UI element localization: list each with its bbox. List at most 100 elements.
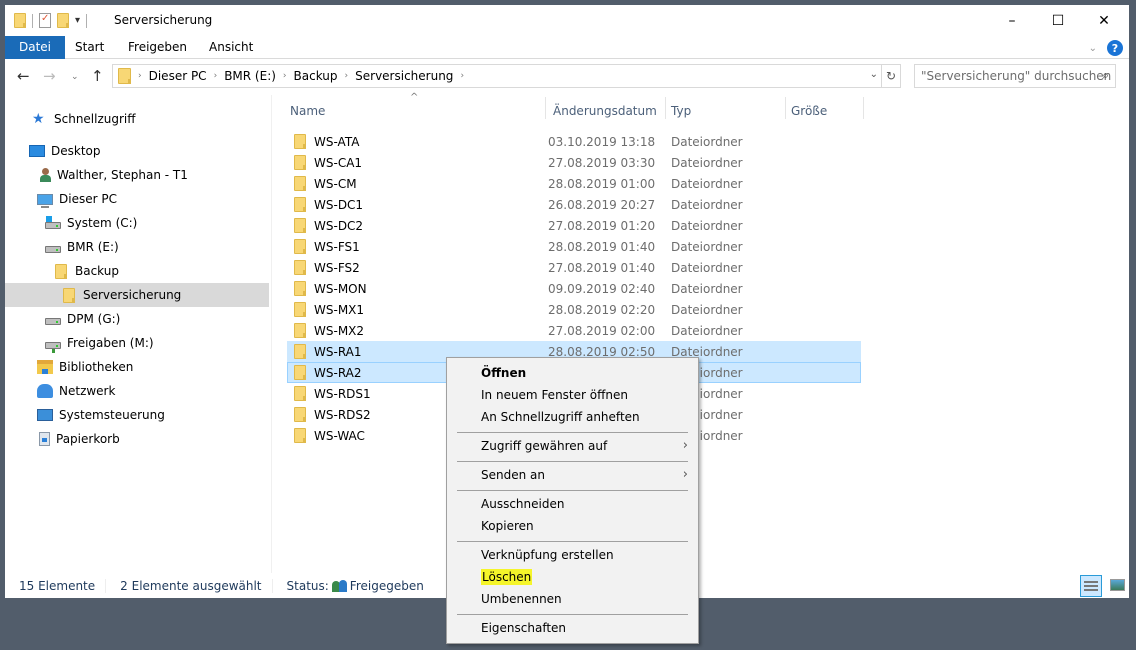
menu-separator xyxy=(457,461,688,462)
details-view-icon-line xyxy=(1084,585,1098,587)
menu-item-rename[interactable]: Umbenennen xyxy=(447,588,698,610)
tab-ansicht[interactable]: Ansicht xyxy=(199,36,263,59)
recent-locations-button[interactable]: ⌄ xyxy=(71,72,79,82)
sidebar-item-netzwerk[interactable]: Netzwerk xyxy=(5,379,269,403)
menu-item-open-new-window[interactable]: In neuem Fenster öffnen xyxy=(447,384,698,406)
chevron-right-icon: › xyxy=(682,438,688,453)
table-row[interactable]: WS-CM 28.08.2019 01:00 Dateiordner xyxy=(287,173,861,194)
back-button[interactable]: ← xyxy=(17,67,30,85)
refresh-button[interactable]: ↻ xyxy=(881,65,900,87)
sidebar-item-label: Systemsteuerung xyxy=(59,408,165,422)
details-view-button[interactable] xyxy=(1080,575,1102,597)
sidebar-item-label: Walther, Stephan - T1 xyxy=(57,168,188,182)
menu-item-delete[interactable]: Löschen xyxy=(447,566,698,588)
customize-dropdown-icon[interactable]: ▾ xyxy=(75,15,80,26)
column-header-name[interactable]: Name xyxy=(290,104,325,118)
column-divider[interactable] xyxy=(863,97,864,119)
file-list: ^ Name Änderungsdatum Typ Größe WS-ATA 03… xyxy=(272,92,1129,573)
star-icon: ★ xyxy=(32,111,45,127)
table-row[interactable]: WS-DC1 26.08.2019 20:27 Dateiordner xyxy=(287,194,861,215)
menu-item-send-to[interactable]: Senden an › xyxy=(447,464,698,486)
table-row[interactable]: WS-MX2 27.08.2019 02:00 Dateiordner xyxy=(287,320,861,341)
table-row[interactable]: WS-MX1 28.08.2019 02:20 Dateiordner xyxy=(287,299,861,320)
sidebar-item-label: Netzwerk xyxy=(59,384,116,398)
sidebar-item-bibliotheken[interactable]: Bibliotheken xyxy=(5,355,269,379)
menu-item-cut[interactable]: Ausschneiden xyxy=(447,493,698,515)
breadcrumb-bmr[interactable]: BMR (E:) xyxy=(224,69,276,83)
sidebar-item-systemsteuerung[interactable]: Systemsteuerung xyxy=(5,403,269,427)
navigation-pane: ★ Schnellzugriff Desktop Walther, Stepha… xyxy=(5,95,271,573)
up-button[interactable]: ↑ xyxy=(91,67,104,85)
column-header-type[interactable]: Typ xyxy=(671,104,691,118)
new-folder-icon[interactable] xyxy=(57,13,69,28)
sidebar-item-serversicherung[interactable]: Serversicherung xyxy=(5,283,269,307)
sidebar-item-system-c[interactable]: System (C:) xyxy=(5,211,269,235)
sidebar-item-label: Bibliotheken xyxy=(59,360,134,374)
menu-item-create-shortcut[interactable]: Verknüpfung erstellen xyxy=(447,544,698,566)
chevron-right-icon[interactable]: › xyxy=(345,71,349,81)
tab-freigeben[interactable]: Freigeben xyxy=(118,36,197,59)
sidebar-item-schnellzugriff[interactable]: ★ Schnellzugriff xyxy=(5,107,269,131)
search-input[interactable]: "Serversicherung" durchsuchen ⌕ xyxy=(914,64,1116,88)
maximize-button[interactable]: ☐ xyxy=(1035,5,1081,36)
column-divider[interactable] xyxy=(665,97,666,119)
sidebar-item-user[interactable]: Walther, Stephan - T1 xyxy=(5,163,269,187)
minimize-button[interactable]: – xyxy=(989,5,1035,36)
sidebar-item-papierkorb[interactable]: Papierkorb xyxy=(5,427,269,451)
sidebar-item-dieser-pc[interactable]: Dieser PC xyxy=(5,187,269,211)
chevron-right-icon[interactable]: › xyxy=(214,71,218,81)
tab-start[interactable]: Start xyxy=(65,36,114,59)
sidebar-item-freigaben-m[interactable]: Freigaben (M:) xyxy=(5,331,269,355)
breadcrumb-backup[interactable]: Backup xyxy=(294,69,338,83)
sidebar-item-dpm-g[interactable]: DPM (G:) xyxy=(5,307,269,331)
sidebar-item-label: Papierkorb xyxy=(56,432,120,446)
folder-icon xyxy=(294,302,306,317)
column-header-size[interactable]: Größe xyxy=(791,104,827,118)
breadcrumb-dieser-pc[interactable]: Dieser PC xyxy=(149,69,207,83)
properties-icon[interactable] xyxy=(39,13,51,28)
help-icon[interactable]: ? xyxy=(1107,40,1123,56)
menu-item-copy[interactable]: Kopieren xyxy=(447,515,698,537)
recycle-bin-icon xyxy=(39,432,50,446)
forward-button[interactable]: → xyxy=(43,67,56,85)
sidebar-item-label: System (C:) xyxy=(67,216,138,230)
title-bar: ▾ Serversicherung – ☐ ✕ xyxy=(5,5,1129,36)
folder-icon xyxy=(294,344,306,359)
breadcrumb-serversicherung[interactable]: Serversicherung xyxy=(355,69,453,83)
column-divider[interactable] xyxy=(785,97,786,119)
window-title: Serversicherung xyxy=(114,13,213,27)
sidebar-item-desktop[interactable]: Desktop xyxy=(5,139,269,163)
large-icons-view-button[interactable] xyxy=(1110,579,1125,591)
chevron-right-icon[interactable]: › xyxy=(460,71,464,81)
table-row[interactable]: WS-CA1 27.08.2019 03:30 Dateiordner xyxy=(287,152,861,173)
search-icon[interactable]: ⌕ xyxy=(1102,68,1109,83)
table-row[interactable]: WS-MON 09.09.2019 02:40 Dateiordner xyxy=(287,278,861,299)
sidebar-item-bmr-e[interactable]: BMR (E:) xyxy=(5,235,269,259)
tab-datei[interactable]: Datei xyxy=(5,36,66,59)
menu-item-pin-quick-access[interactable]: An Schnellzugriff anheften xyxy=(447,406,698,428)
details-view-icon xyxy=(1084,581,1098,583)
folder-icon xyxy=(118,68,131,84)
column-divider[interactable] xyxy=(545,97,546,119)
chevron-right-icon[interactable]: › xyxy=(138,71,142,81)
sidebar-item-backup[interactable]: Backup xyxy=(5,259,269,283)
item-count: 15 Elemente xyxy=(5,578,107,593)
menu-item-label: Senden an xyxy=(481,468,545,482)
drive-icon xyxy=(45,318,61,325)
address-bar[interactable]: › Dieser PC › BMR (E:) › Backup › Server… xyxy=(112,64,901,88)
chevron-right-icon[interactable]: › xyxy=(283,71,287,81)
expand-ribbon-icon[interactable]: ⌄ xyxy=(1089,43,1097,54)
table-row[interactable]: WS-ATA 03.10.2019 13:18 Dateiordner xyxy=(287,131,861,152)
table-row[interactable]: WS-FS2 27.08.2019 01:40 Dateiordner xyxy=(287,257,861,278)
folder-icon xyxy=(294,197,306,212)
address-dropdown-icon[interactable]: ⌄ xyxy=(870,69,878,80)
table-row[interactable]: WS-DC2 27.08.2019 01:20 Dateiordner xyxy=(287,215,861,236)
menu-item-oeffnen[interactable]: Öffnen xyxy=(447,362,698,384)
table-row[interactable]: WS-FS1 28.08.2019 01:40 Dateiordner xyxy=(287,236,861,257)
close-button[interactable]: ✕ xyxy=(1081,5,1127,36)
menu-item-grant-access[interactable]: Zugriff gewähren auf › xyxy=(447,435,698,457)
column-header-date[interactable]: Änderungsdatum xyxy=(553,104,657,118)
context-menu: Öffnen In neuem Fenster öffnen An Schnel… xyxy=(446,357,699,644)
folder-icon xyxy=(294,176,306,191)
menu-item-properties[interactable]: Eigenschaften xyxy=(447,617,698,639)
